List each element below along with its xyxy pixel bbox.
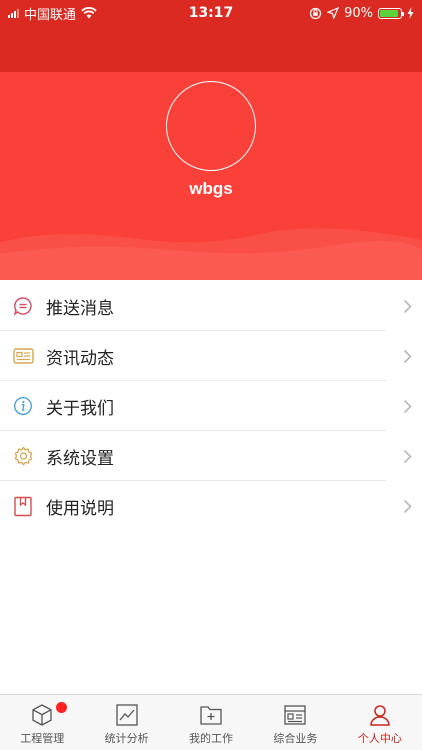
info-icon	[12, 395, 34, 417]
tab-label: 统计分析	[104, 732, 149, 745]
gear-icon	[12, 445, 34, 467]
carrier-label: 中国联通	[24, 7, 77, 23]
tab-general-business[interactable]: 综合业务	[253, 695, 337, 750]
username: wbgs	[189, 179, 233, 198]
tab-label: 工程管理	[20, 732, 65, 745]
profile-header: wbgs	[0, 72, 422, 280]
tab-bar: 工程管理 统计分析 我的工作 综合业务 个人中心	[0, 694, 422, 750]
charging-icon	[407, 7, 414, 19]
battery-icon	[378, 7, 404, 19]
avatar[interactable]	[166, 81, 256, 171]
notification-badge	[56, 702, 67, 713]
chart-icon	[115, 704, 138, 726]
header-wave	[0, 228, 422, 280]
cube-icon	[32, 704, 52, 726]
menu-item-settings[interactable]: 系统设置	[0, 431, 422, 481]
menu-item-label: 系统设置	[46, 448, 114, 469]
tab-label: 个人中心	[357, 732, 402, 745]
tab-project-management[interactable]: 工程管理	[0, 695, 84, 750]
menu-item-label: 资讯动态	[46, 348, 114, 369]
dashboard-icon	[284, 705, 307, 725]
rotation-lock-icon	[309, 7, 322, 19]
chevron-right-icon	[392, 449, 422, 464]
menu-item-news[interactable]: 资讯动态	[0, 331, 422, 381]
person-icon	[370, 705, 390, 726]
menu-item-label: 推送消息	[46, 298, 114, 319]
tab-my-work[interactable]: 我的工作	[169, 695, 253, 750]
wifi-icon	[81, 7, 97, 19]
folder-add-icon	[200, 706, 222, 725]
menu-item-about-us[interactable]: 关于我们	[0, 381, 422, 431]
menu-item-user-guide[interactable]: 使用说明	[0, 481, 422, 531]
status-bar: 中国联通 13:17 90%	[0, 0, 422, 26]
status-time: 13:17	[188, 5, 234, 21]
chevron-right-icon	[392, 499, 422, 514]
menu-item-push-messages[interactable]: 推送消息	[0, 281, 422, 331]
location-icon	[327, 7, 340, 19]
bookmark-icon	[12, 495, 34, 517]
chevron-right-icon	[392, 349, 422, 364]
tab-personal-center[interactable]: 个人中心	[338, 695, 422, 750]
battery-percent: 90%	[344, 5, 373, 21]
tab-label: 我的工作	[189, 732, 234, 745]
chat-bubble-icon	[12, 295, 34, 317]
menu-item-label: 使用说明	[46, 498, 114, 519]
chevron-right-icon	[392, 299, 422, 314]
menu-item-label: 关于我们	[46, 398, 114, 419]
chevron-right-icon	[392, 399, 422, 414]
header-bar	[0, 26, 422, 72]
newspaper-icon	[12, 345, 34, 367]
tab-statistics[interactable]: 统计分析	[84, 695, 168, 750]
signal-icon	[8, 8, 19, 18]
menu-list: 推送消息 资讯动态 关于我们 系统设置 使用说明	[0, 281, 422, 531]
tab-label: 综合业务	[273, 732, 318, 745]
